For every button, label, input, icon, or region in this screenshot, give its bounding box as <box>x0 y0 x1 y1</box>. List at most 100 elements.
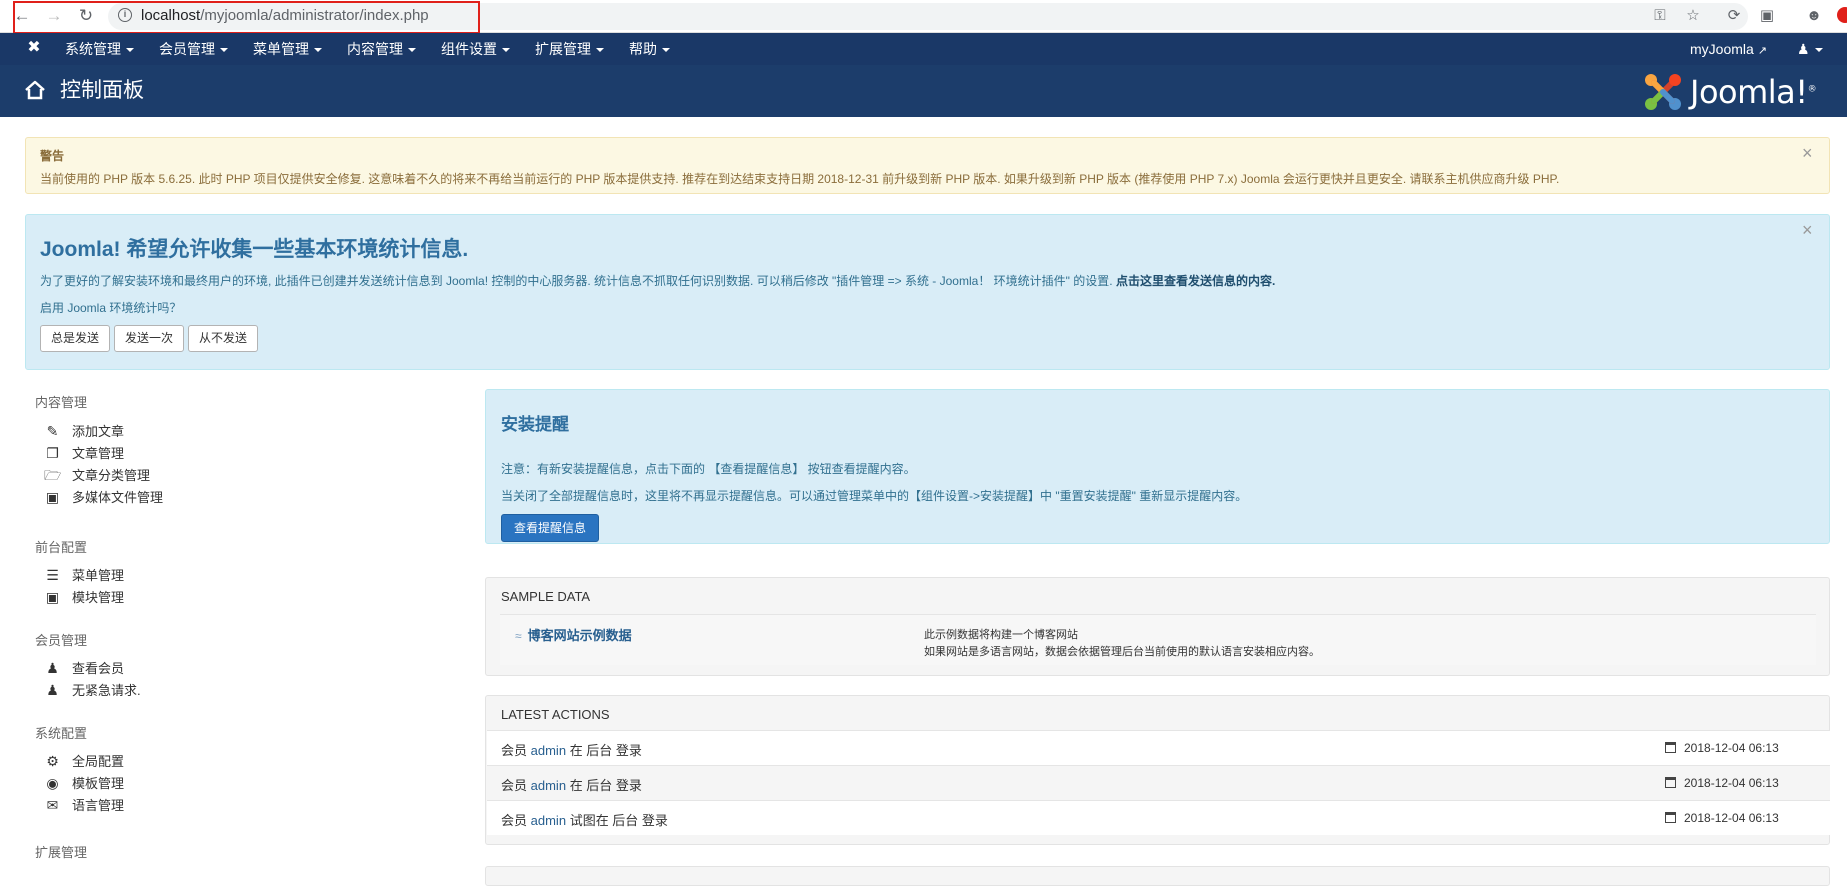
comments-icon: ✉ <box>46 797 59 813</box>
never-send-button[interactable]: 从不发送 <box>188 325 259 352</box>
star-icon[interactable]: ☆ <box>1683 6 1703 26</box>
extension-icon[interactable] <box>1837 7 1847 23</box>
sidebar-item-add-article[interactable]: ✎ 添加文章 <box>44 421 124 441</box>
sidebar-item-label: 模板管理 <box>72 776 125 791</box>
home-icon <box>25 80 45 100</box>
install-title: 安装提醒 <box>501 415 569 434</box>
list-icon: ☰ <box>46 567 59 583</box>
users-icon: ♟ <box>46 660 59 676</box>
menu-components[interactable]: 组件设置 <box>428 33 522 65</box>
user-menu[interactable]: ♟ <box>1797 33 1823 65</box>
sidebar-item-label: 文章分类管理 <box>72 468 151 483</box>
sidebar-item-view-users[interactable]: ♟ 查看会员 <box>44 658 124 678</box>
menu-label: 组件设置 <box>441 41 497 57</box>
sidebar-item-menus[interactable]: ☰ 菜单管理 <box>44 565 124 585</box>
sample-description-note: 如果网站是多语言网站，数据会依据管理后台当前使用的默认语言安装相应内容。 <box>924 646 1320 658</box>
menu-system[interactable]: 系统管理 <box>52 33 146 65</box>
browser-toolbar: ← → ↻ i localhost/myjoomla/administrator… <box>0 0 1847 34</box>
stats-question: 启用 Joomla 环境统计吗？ <box>40 301 182 315</box>
caret-down-icon <box>1814 48 1823 53</box>
stats-text: 为了更好的了解安装环境和最终用户的环境, 此插件已创建并发送统计信息到 Joom… <box>40 272 1275 289</box>
menu-menus[interactable]: 菜单管理 <box>240 33 334 65</box>
sidebar-item-label: 文章管理 <box>72 446 125 461</box>
action-text: 会员 admin 在 后台 登录 <box>501 775 642 794</box>
user-icon: ♟ <box>1797 41 1810 57</box>
caret-down-icon <box>314 48 322 53</box>
sidebar-heading-content: 内容管理 <box>35 395 88 410</box>
camera-icon[interactable]: ▣ <box>1757 6 1777 26</box>
warning-text: 当前使用的 PHP 版本 5.6.25. 此时 PHP 项目仅提供安全修复. 这… <box>40 172 1560 186</box>
latest-actions-heading: LATEST ACTIONS <box>501 707 610 722</box>
sample-link-label: 博客网站示例数据 <box>527 628 632 643</box>
key-icon[interactable]: ⚿ <box>1650 6 1670 26</box>
sidebar-item-templates[interactable]: ◉ 模板管理 <box>44 773 124 793</box>
page-header: 控制面板 Joomla!® <box>0 65 1847 117</box>
action-date: 2018-12-04 06:13 <box>1665 741 1779 755</box>
table-row: 会员 admin 试图在 后台 登录 2018-12-04 06:13 <box>487 800 1830 835</box>
close-icon[interactable]: × <box>1802 144 1813 162</box>
sidebar-item-global-config[interactable]: ⚙ 全局配置 <box>44 751 124 771</box>
action-text: 会员 admin 试图在 后台 登录 <box>501 810 668 829</box>
user-link[interactable]: admin <box>531 743 566 758</box>
menu-users[interactable]: 会员管理 <box>146 33 240 65</box>
admin-menu-bar: ✖ 系统管理 会员管理 菜单管理 内容管理 组件设置 扩展管理 帮助 myJoo… <box>0 33 1847 65</box>
menu-extensions[interactable]: 扩展管理 <box>522 33 616 65</box>
menu-label: 帮助 <box>629 41 657 57</box>
menu-label: 扩展管理 <box>535 41 591 57</box>
joomla-logo: Joomla!® <box>1642 71 1832 113</box>
joomla-logo-icon <box>1645 74 1681 110</box>
site-link-label: myJoomla <box>1690 41 1754 57</box>
action-detail: 在 后台 登录 <box>569 743 642 758</box>
external-link-icon: ↗ <box>1757 45 1768 57</box>
account-icon[interactable]: ☻ <box>1804 6 1824 26</box>
logo-text: Joomla! <box>1690 73 1808 111</box>
menu-content[interactable]: 内容管理 <box>334 33 428 65</box>
image-icon: ▣ <box>45 489 60 505</box>
user-link[interactable]: admin <box>531 778 566 793</box>
install-hint: 当关闭了全部提醒信息时，这里将不再显示提醒信息。可以通过管理菜单中的【组件设置-… <box>501 489 1248 503</box>
sidebar-item-modules[interactable]: ▣ 模块管理 <box>44 587 124 607</box>
sample-data-panel: SAMPLE DATA ≈ 博客网站示例数据 此示例数据将构建一个博客网站 如果网… <box>485 577 1830 676</box>
sidebar-item-articles[interactable]: ❐ 文章管理 <box>44 443 124 463</box>
action-date-text: 2018-12-04 06:13 <box>1684 811 1779 825</box>
pencil-icon: ✎ <box>46 423 59 439</box>
folder-icon: 🗁 <box>44 467 62 483</box>
sidebar-item-media[interactable]: ▣ 多媒体文件管理 <box>44 487 163 507</box>
stats-description: 为了更好的了解安装环境和最终用户的环境, 此插件已创建并发送统计信息到 Joom… <box>40 274 1113 288</box>
joomla-icon[interactable]: ✖ <box>25 39 43 57</box>
warning-title: 警告 <box>40 149 65 163</box>
sample-data-heading: SAMPLE DATA <box>501 589 591 604</box>
php-warning-alert: 警告 当前使用的 PHP 版本 5.6.25. 此时 PHP 项目仅提供安全修复… <box>25 137 1830 194</box>
sidebar-item-label: 语言管理 <box>72 798 125 813</box>
sidebar-item-languages[interactable]: ✉ 语言管理 <box>44 795 124 815</box>
blog-sample-link[interactable]: ≈ 博客网站示例数据 <box>515 625 632 644</box>
menu-help[interactable]: 帮助 <box>616 33 682 65</box>
site-link[interactable]: myJoomla ↗ <box>1690 33 1767 67</box>
sample-description: 此示例数据将构建一个博客网站 <box>924 629 1078 641</box>
cog-icon: ⚙ <box>46 753 59 769</box>
action-date: 2018-12-04 06:13 <box>1665 811 1779 825</box>
close-icon[interactable]: × <box>1802 221 1813 239</box>
sidebar-item-label: 菜单管理 <box>72 568 125 583</box>
menu-label: 内容管理 <box>347 41 403 57</box>
action-detail: 试图在 后台 登录 <box>569 813 668 828</box>
action-detail: 在 后台 登录 <box>569 778 642 793</box>
wifi-icon: ≈ <box>515 629 522 643</box>
calendar-icon <box>1665 812 1676 823</box>
user-link[interactable]: admin <box>531 813 566 828</box>
sync-icon[interactable]: ⟳ <box>1724 6 1744 26</box>
view-messages-button[interactable]: 查看提醒信息 <box>501 514 600 542</box>
sidebar-item-categories[interactable]: 🗁 文章分类管理 <box>44 465 150 485</box>
sidebar-item-requests[interactable]: ♟ 无紧急请求. <box>44 680 140 700</box>
page-title: 控制面板 <box>60 79 144 102</box>
next-panel <box>485 866 1830 886</box>
caret-down-icon <box>220 48 228 53</box>
stats-details-link[interactable]: 点击这里查看发送信息的内容. <box>1116 274 1275 288</box>
send-once-button[interactable]: 发送一次 <box>114 325 185 352</box>
action-date: 2018-12-04 06:13 <box>1665 776 1779 790</box>
always-send-button[interactable]: 总是发送 <box>40 325 111 352</box>
caret-down-icon <box>502 48 510 53</box>
action-date-text: 2018-12-04 06:13 <box>1684 741 1779 755</box>
action-text: 会员 admin 在 后台 登录 <box>501 740 642 759</box>
cube-icon: ▣ <box>45 589 60 605</box>
